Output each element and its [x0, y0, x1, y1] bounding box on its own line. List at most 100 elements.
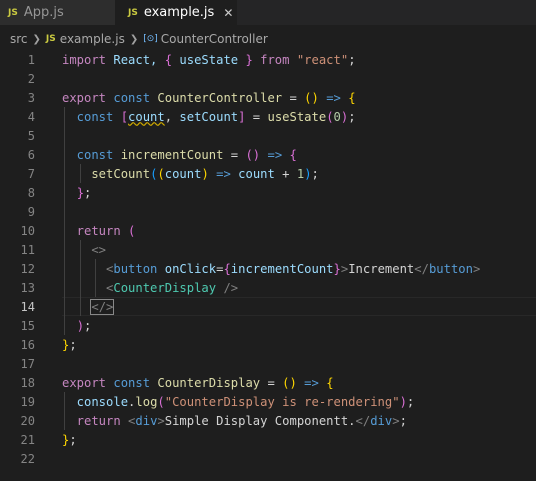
- line-number: 4: [27, 109, 35, 124]
- code-line[interactable]: 5: [0, 126, 536, 145]
- tab-app-js[interactable]: JS App.js: [0, 0, 115, 25]
- code-token: =>: [296, 375, 327, 390]
- code-token: CounterController: [157, 90, 283, 105]
- code-token: useState: [267, 109, 327, 124]
- tab-bar: JS App.js JS example.js ✕: [0, 0, 536, 25]
- javascript-file-icon: JS: [8, 7, 18, 18]
- tab-example-js[interactable]: JS example.js ✕: [115, 0, 237, 25]
- tab-label: example.js: [143, 5, 215, 20]
- code-token: <: [62, 261, 114, 276]
- indent-guide: [95, 259, 97, 297]
- code-token: >: [392, 413, 400, 428]
- code-token: onClick: [157, 261, 217, 276]
- code-line[interactable]: 9: [0, 202, 536, 221]
- code-line[interactable]: 1 import React, { useState } from "react"…: [0, 50, 536, 69]
- code-line[interactable]: 6 const incrementCount = () => {: [0, 145, 536, 164]
- code-line[interactable]: 20 return <div>Simple Display Componentt…: [0, 411, 536, 430]
- code-token: =>: [208, 166, 239, 181]
- code-token: (: [326, 109, 334, 124]
- code-token: ): [304, 166, 312, 181]
- code-token: (): [304, 90, 319, 105]
- code-text: <button onClick={incrementCount}>Increme…: [62, 262, 480, 276]
- close-icon[interactable]: ✕: [223, 6, 233, 20]
- code-text: <>: [62, 243, 106, 257]
- line-number: 18: [20, 375, 35, 390]
- code-line[interactable]: 22: [0, 449, 536, 468]
- code-text: </>: [62, 298, 115, 315]
- code-text: const [count, setCount] = useState(0);: [62, 110, 356, 124]
- line-number: 11: [20, 242, 35, 257]
- symbol-variable-icon: [⊙]: [143, 34, 158, 44]
- code-line[interactable]: 21};: [0, 430, 536, 449]
- code-token: =: [282, 90, 305, 105]
- javascript-file-icon: JS: [128, 7, 138, 18]
- code-token: import: [62, 52, 107, 67]
- code-line[interactable]: 2: [0, 69, 536, 88]
- code-token: CounterDisplay: [113, 280, 217, 295]
- code-token: {: [289, 147, 297, 162]
- code-token: </: [355, 413, 371, 428]
- code-token: CounterDisplay: [157, 375, 261, 390]
- line-number: 14: [20, 299, 35, 314]
- code-token: =>: [318, 90, 349, 105]
- line-number: 21: [20, 432, 35, 447]
- code-text: export const CounterDisplay = () => {: [62, 376, 334, 390]
- code-token: const: [106, 90, 158, 105]
- code-token: log: [135, 394, 158, 409]
- code-line[interactable]: 8 };: [0, 183, 536, 202]
- code-token: <: [62, 280, 114, 295]
- code-text: };: [62, 338, 77, 352]
- line-number: 10: [20, 223, 35, 238]
- code-token: (: [157, 394, 165, 409]
- code-text: import React, { useState } from "react";: [62, 53, 356, 67]
- code-token: incrementCount: [230, 261, 334, 276]
- code-text: );: [62, 318, 92, 333]
- breadcrumb-file[interactable]: example.js: [60, 32, 125, 46]
- line-number: 20: [20, 413, 35, 428]
- code-editor[interactable]: 1 import React, { useState } from "react"…: [0, 49, 536, 481]
- code-token: export: [62, 375, 107, 390]
- code-line[interactable]: 10 return (: [0, 221, 536, 240]
- code-token: 0: [333, 109, 341, 124]
- code-line[interactable]: 17: [0, 354, 536, 373]
- indent-guide: [79, 240, 81, 316]
- code-line[interactable]: 19 console.log("CounterDisplay is re-ren…: [0, 392, 536, 411]
- chevron-right-icon: ❯: [32, 33, 41, 45]
- code-line[interactable]: 4 const [count, setCount] = useState(0);: [0, 107, 536, 126]
- code-token: }: [76, 185, 85, 200]
- code-token: =: [245, 109, 268, 124]
- code-line[interactable]: 3 export const CounterController = () => …: [0, 88, 536, 107]
- code-token: useState: [172, 52, 246, 67]
- code-token: ): [76, 318, 85, 333]
- code-text: };: [62, 433, 77, 447]
- code-line[interactable]: 15 );: [0, 316, 536, 335]
- code-text: };: [62, 185, 92, 200]
- code-token: React,: [106, 52, 165, 67]
- code-token: </>: [90, 298, 115, 315]
- code-token: button: [113, 261, 158, 276]
- code-line[interactable]: 18 export const CounterDisplay = () => {: [0, 373, 536, 392]
- line-number: 16: [20, 337, 35, 352]
- breadcrumb: src ❯ JS example.js ❯ [⊙] CounterControl…: [0, 29, 536, 49]
- line-number: 1: [27, 52, 35, 67]
- line-number: 17: [20, 356, 35, 371]
- line-number: 12: [20, 261, 35, 276]
- code-token: const: [62, 147, 121, 162]
- code-token: >: [157, 413, 165, 428]
- javascript-file-icon: JS: [45, 34, 56, 44]
- breadcrumb-folder[interactable]: src: [10, 32, 28, 46]
- code-token: {: [326, 375, 334, 390]
- code-token: ;: [311, 166, 319, 181]
- code-token: ;: [84, 318, 92, 333]
- code-token: }: [333, 261, 341, 276]
- code-token: ;: [69, 432, 77, 447]
- code-token: ;: [406, 394, 415, 409]
- code-line[interactable]: 16};: [0, 335, 536, 354]
- code-token: button: [428, 261, 473, 276]
- line-number: 6: [27, 147, 35, 162]
- code-token: console: [62, 394, 129, 409]
- breadcrumb-symbol[interactable]: CounterController: [161, 32, 268, 46]
- code-token: count: [238, 166, 275, 181]
- code-text: return <div>Simple Display Componentt.</…: [62, 414, 407, 428]
